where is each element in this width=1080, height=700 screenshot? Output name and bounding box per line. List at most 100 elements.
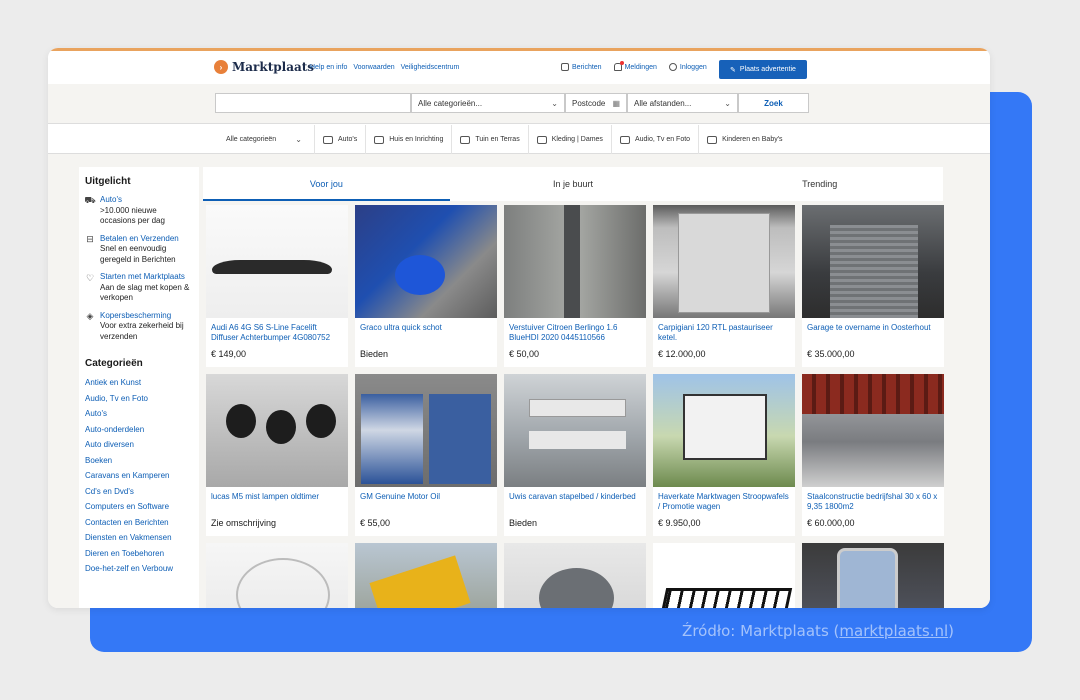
category-item-audio[interactable]: Audio, Tv en Foto bbox=[612, 125, 700, 154]
listing-card[interactable] bbox=[206, 543, 348, 608]
tab-bar: Voor jou In je buurt Trending bbox=[203, 167, 943, 201]
listing-price: € 12.000,00 bbox=[658, 349, 706, 359]
listing-image[interactable] bbox=[355, 205, 497, 318]
listing-price: € 60.000,00 bbox=[807, 518, 855, 528]
listing-card[interactable]: Carpigiani 120 RTL pastauriseer ketel. € … bbox=[653, 205, 795, 367]
category-list: Antiek en Kunst Audio, Tv en Foto Auto's Au… bbox=[85, 375, 193, 577]
tab-in-je-buurt[interactable]: In je buurt bbox=[450, 167, 697, 201]
listing-price: € 149,00 bbox=[211, 349, 247, 359]
sidebar-category-link[interactable]: Auto's bbox=[85, 406, 193, 422]
car-icon: ⛟ bbox=[84, 195, 96, 205]
help-link[interactable]: Help en info bbox=[310, 64, 347, 71]
listing-image[interactable] bbox=[653, 205, 795, 318]
listing-card[interactable]: lucas M5 mist lampen oldtimer Zie omschri… bbox=[206, 374, 348, 536]
safety-link[interactable]: Veiligheidscentrum bbox=[401, 64, 460, 71]
bell-icon bbox=[613, 61, 624, 71]
listing-card[interactable]: Uwis caravan stapelbed / kinderbed Bieden bbox=[504, 374, 646, 536]
place-ad-button[interactable]: ✎ Plaats advertentie bbox=[719, 60, 807, 79]
listing-card[interactable]: GM Genuine Motor Oil € 55,00 bbox=[355, 374, 497, 536]
messages-link[interactable]: Berichten bbox=[561, 63, 602, 71]
all-categories-dropdown[interactable]: Alle categorieën ⌄ bbox=[214, 125, 315, 154]
tv-icon bbox=[619, 135, 630, 144]
listing-card[interactable] bbox=[504, 543, 646, 608]
featured-item[interactable]: ◈ Kopersbescherming Voor extra zekerheid b… bbox=[85, 311, 193, 343]
listing-price: Bieden bbox=[509, 518, 538, 528]
logo[interactable]: › Marktplaats bbox=[214, 60, 314, 74]
source-link[interactable]: marktplaats.nl bbox=[839, 622, 948, 640]
listing-card[interactable] bbox=[802, 543, 944, 608]
featured-item[interactable]: ♡ Starten met Marktplaats Aan de slag met … bbox=[85, 272, 193, 304]
listing-image[interactable] bbox=[504, 374, 646, 487]
listing-card[interactable] bbox=[355, 543, 497, 608]
categories-title: Categorieën bbox=[85, 358, 143, 369]
listing-title[interactable]: Garage te overname in Oosterhout bbox=[802, 318, 944, 349]
listing-card[interactable]: Staalconstructie bedrijfshal 30 x 60 x 9… bbox=[802, 374, 944, 536]
listing-title[interactable]: Audi A6 4G S6 S-Line Facelift Diffuser A… bbox=[206, 318, 348, 349]
category-item-autos[interactable]: Auto's bbox=[315, 125, 367, 154]
listing-image[interactable] bbox=[355, 374, 497, 487]
listing-image[interactable] bbox=[802, 205, 944, 318]
sidebar-category-link[interactable]: Contacten en Berichten bbox=[85, 515, 193, 531]
listing-card[interactable]: Haverkate Marktwagen Stroopwafels / Prom… bbox=[653, 374, 795, 536]
sidebar-category-link[interactable]: Cd's en Dvd's bbox=[85, 484, 193, 500]
terms-link[interactable]: Voorwaarden bbox=[353, 64, 394, 71]
listing-image[interactable] bbox=[355, 543, 497, 608]
megaphone-icon: ✎ bbox=[730, 66, 736, 74]
listing-image[interactable] bbox=[653, 374, 795, 487]
sidebar-category-link[interactable]: Doe-het-zelf en Verbouw bbox=[85, 561, 193, 577]
postcode-input[interactable]: Postcode ▦ bbox=[565, 93, 627, 113]
sidebar-category-link[interactable]: Dieren en Toebehoren bbox=[85, 546, 193, 562]
category-item-kleding[interactable]: Kleding | Dames bbox=[529, 125, 612, 154]
sidebar-category-link[interactable]: Diensten en Vakmensen bbox=[85, 530, 193, 546]
category-select[interactable]: Alle categorieën... ⌄ bbox=[411, 93, 565, 113]
listing-image[interactable] bbox=[206, 205, 348, 318]
category-item-tuin[interactable]: Tuin en Terras bbox=[452, 125, 529, 154]
search-bar: Alle categorieën... ⌄ Postcode ▦ Alle afst… bbox=[48, 84, 990, 124]
listing-card[interactable]: Graco ultra quick schot Bieden bbox=[355, 205, 497, 367]
featured-title: Uitgelicht bbox=[85, 176, 131, 187]
chevron-down-icon: ⌄ bbox=[551, 98, 558, 108]
listing-title[interactable]: Carpigiani 120 RTL pastauriseer ketel. bbox=[653, 318, 795, 349]
tab-voor-jou[interactable]: Voor jou bbox=[203, 167, 450, 201]
heart-icon: ♡ bbox=[85, 272, 95, 283]
account-links: Berichten Meldingen Inloggen bbox=[561, 61, 707, 71]
listing-title[interactable]: Verstuiver Citroen Berlingo 1.6 BlueHDI … bbox=[504, 318, 646, 349]
listing-image[interactable] bbox=[504, 205, 646, 318]
notifications-link[interactable]: Meldingen bbox=[613, 61, 657, 71]
sidebar-category-link[interactable]: Caravans en Kamperen bbox=[85, 468, 193, 484]
listing-card[interactable]: Garage te overname in Oosterhout € 35.000… bbox=[802, 205, 944, 367]
sidebar-category-link[interactable]: Auto-onderdelen bbox=[85, 422, 193, 438]
featured-item[interactable]: ⛟ Auto's >10.000 nieuwe occasions per dag bbox=[84, 195, 193, 227]
listing-image[interactable] bbox=[653, 543, 795, 608]
listing-card[interactable]: Audi A6 4G S6 S-Line Facelift Diffuser A… bbox=[206, 205, 348, 367]
user-icon bbox=[668, 63, 677, 71]
listing-title[interactable]: Graco ultra quick schot bbox=[355, 318, 497, 349]
tab-trending[interactable]: Trending bbox=[696, 167, 943, 201]
listing-image[interactable] bbox=[206, 543, 348, 608]
listing-title[interactable]: GM Genuine Motor Oil bbox=[355, 487, 497, 518]
listing-title[interactable]: Haverkate Marktwagen Stroopwafels / Prom… bbox=[653, 487, 795, 518]
sidebar-category-link[interactable]: Antiek en Kunst bbox=[85, 375, 193, 391]
sidebar-category-link[interactable]: Audio, Tv en Foto bbox=[85, 391, 193, 407]
category-item-huis[interactable]: Huis en Inrichting bbox=[366, 125, 453, 154]
listing-card[interactable] bbox=[653, 543, 795, 608]
sidebar-category-link[interactable]: Boeken bbox=[85, 453, 193, 469]
listing-title[interactable]: lucas M5 mist lampen oldtimer bbox=[206, 487, 348, 518]
login-link[interactable]: Inloggen bbox=[668, 63, 707, 71]
distance-select[interactable]: Alle afstanden... ⌄ bbox=[627, 93, 738, 113]
sidebar-category-link[interactable]: Computers en Software bbox=[85, 499, 193, 515]
listing-title[interactable]: Staalconstructie bedrijfshal 30 x 60 x 9… bbox=[802, 487, 944, 518]
sidebar-category-link[interactable]: Auto diversen bbox=[85, 437, 193, 453]
listing-title[interactable]: Uwis caravan stapelbed / kinderbed bbox=[504, 487, 646, 518]
sofa-icon bbox=[374, 135, 385, 144]
listing-image[interactable] bbox=[802, 374, 944, 487]
search-button[interactable]: Zoek bbox=[738, 93, 809, 113]
featured-item[interactable]: ⊟ Betalen en Verzenden Snel en eenvoudig g… bbox=[85, 234, 193, 266]
search-input[interactable] bbox=[215, 93, 411, 113]
listing-card[interactable]: Verstuiver Citroen Berlingo 1.6 BlueHDI … bbox=[504, 205, 646, 367]
listing-image[interactable] bbox=[802, 543, 944, 608]
category-item-kinderen[interactable]: Kinderen en Baby's bbox=[699, 125, 791, 154]
listing-image[interactable] bbox=[206, 374, 348, 487]
header-links: Help en info Voorwaarden Veiligheidscent… bbox=[310, 64, 459, 71]
listing-image[interactable] bbox=[504, 543, 646, 608]
